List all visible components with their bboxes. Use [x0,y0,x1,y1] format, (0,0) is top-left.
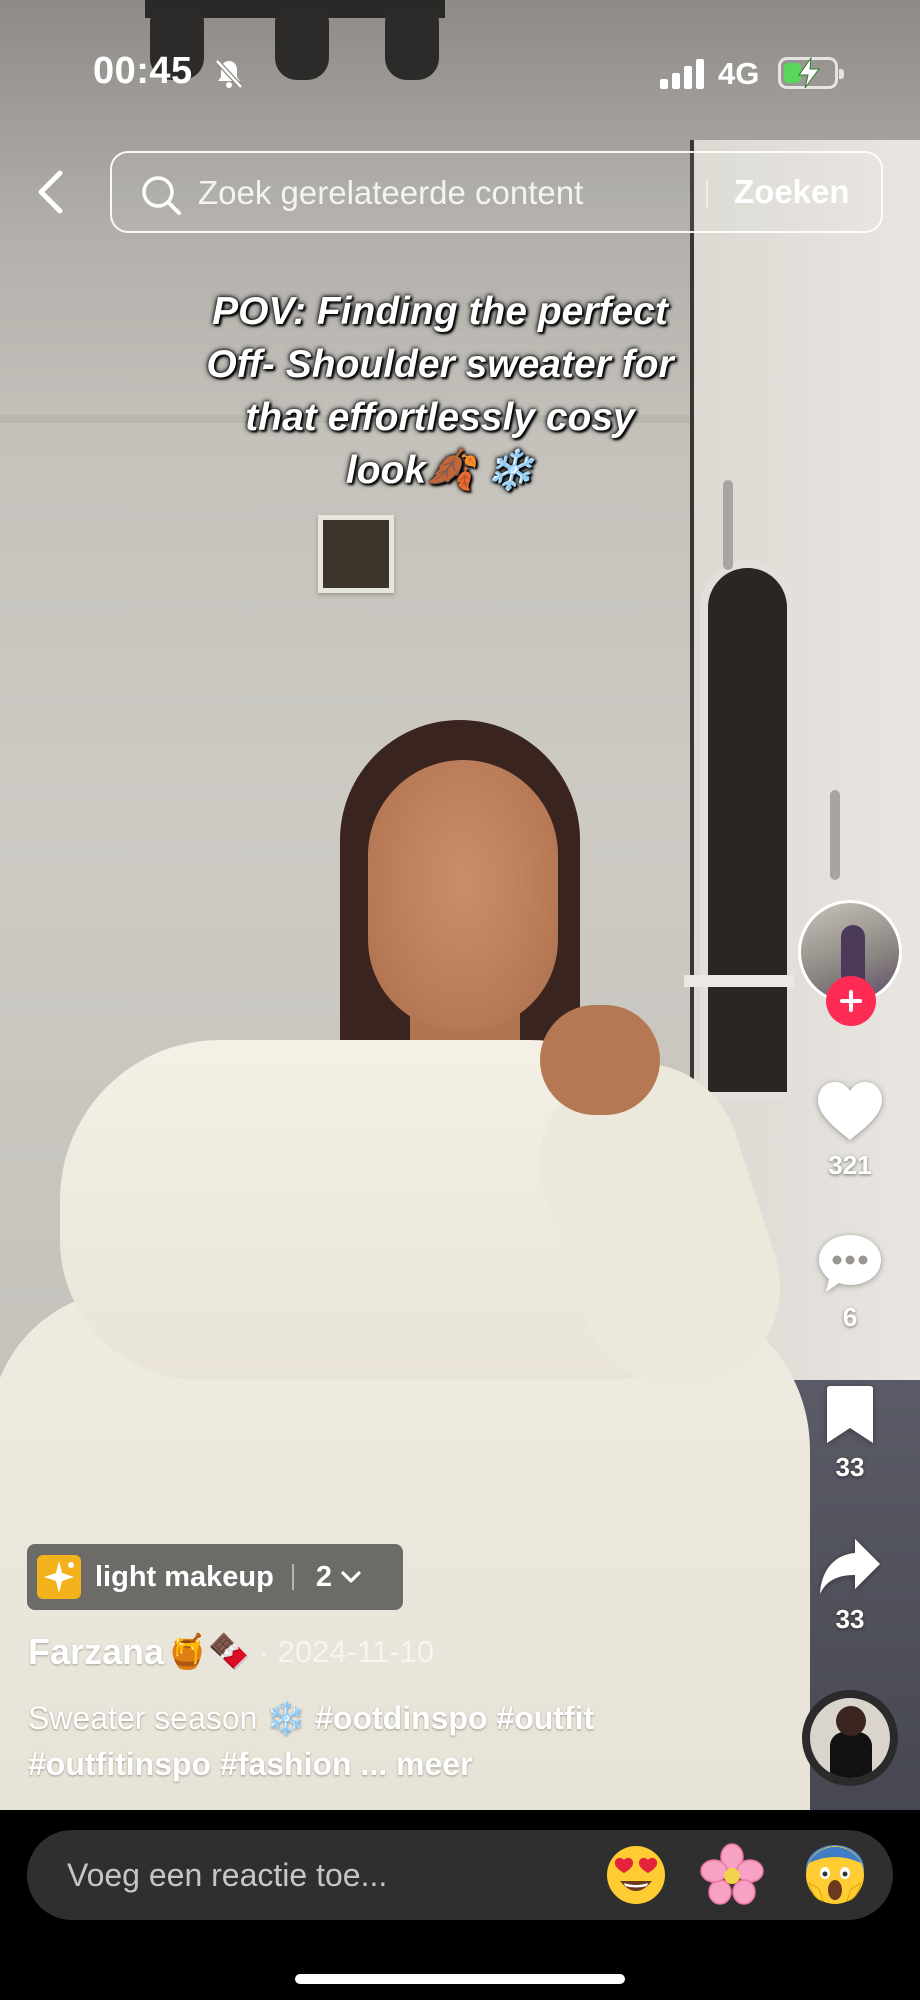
effect-divider [291,1564,294,1590]
cellular-signal-icon [660,59,706,89]
cherry-blossom-emoji[interactable] [700,1843,764,1907]
battery-charging-icon [778,57,844,89]
comment-bar [0,1810,920,2000]
video-shelf [684,975,794,987]
comment-count: 6 [842,1302,858,1332]
more-link[interactable]: ... meer [360,1746,472,1782]
author-emojis: 🍯🍫 [166,1633,251,1671]
author-name[interactable]: Farzana [28,1631,164,1673]
effect-tag[interactable]: light makeup 2 [27,1544,403,1610]
caption-line: POV: Finding the perfect [212,290,668,333]
home-indicator[interactable] [295,1974,625,1984]
bookmark-count: 33 [835,1452,865,1482]
comment-box[interactable] [27,1830,893,1920]
comment-button[interactable]: 6 [798,1232,902,1333]
status-time: 00:45 [93,50,193,92]
share-button[interactable]: 33 [798,1536,902,1635]
caption-line: that effortlessly cosy [245,396,635,439]
search-bar[interactable]: Zoeken [110,151,883,233]
video-cabinet-handle [830,790,840,880]
effect-label: light makeup [95,1560,274,1593]
search-button[interactable]: Zoeken [734,173,850,211]
description-text: Sweater season ❄️ [28,1700,316,1736]
effect-count: 2 [315,1560,332,1593]
sound-disc[interactable] [802,1690,898,1786]
video-wall-picture [318,515,394,593]
charging-bolt-icon [798,57,820,89]
chevron-left-icon [38,170,63,214]
back-button[interactable] [28,166,72,218]
bell-slash-icon [215,59,243,89]
network-type: 4G [718,56,760,91]
share-arrow-icon [820,1539,880,1594]
post-date: · 2024-11-10 [258,1634,434,1669]
share-count: 33 [835,1604,865,1634]
search-icon [142,176,181,215]
caption-line: look🍂 ❄️ [345,449,535,492]
screaming-face-emoji[interactable] [803,1843,867,1907]
heart-icon [818,1082,882,1140]
video-player[interactable] [0,0,920,1810]
hashtags[interactable]: #ootdinspo #outfit [315,1700,594,1736]
video-caption: POV: Finding the perfect Off- Shoulder s… [130,285,750,497]
comment-bubble-icon [819,1235,881,1292]
effect-sparkle-icon [37,1555,81,1599]
status-bar: 00:45 4G [0,0,920,140]
heart-eyes-emoji[interactable] [604,1843,668,1907]
caption-line: Off- Shoulder sweater for [206,343,674,386]
bookmark-button[interactable]: 33 [798,1384,902,1483]
video-person-face [368,760,558,1030]
follow-button[interactable] [826,976,876,1026]
video-person-hand [540,1005,660,1115]
tiktok-video-screen: 00:45 4G Zoeken [0,0,920,2000]
search-divider [706,179,708,209]
author-row: Farzana 🍯🍫 · 2024-11-10 [28,1630,628,1674]
like-button[interactable]: 321 [798,1080,902,1181]
post-description[interactable]: Sweater season ❄️ #ootdinspo #outfit #ou… [28,1695,788,1787]
like-count: 321 [828,1150,872,1180]
bookmark-icon [827,1386,873,1443]
chevron-down-icon [341,1571,361,1583]
video-cabinet-arch [700,560,795,1100]
hashtags[interactable]: #outfitinspo #fashion [28,1746,352,1782]
comment-input[interactable] [67,1854,587,1896]
search-input[interactable] [198,173,698,213]
plus-icon [840,990,862,1012]
